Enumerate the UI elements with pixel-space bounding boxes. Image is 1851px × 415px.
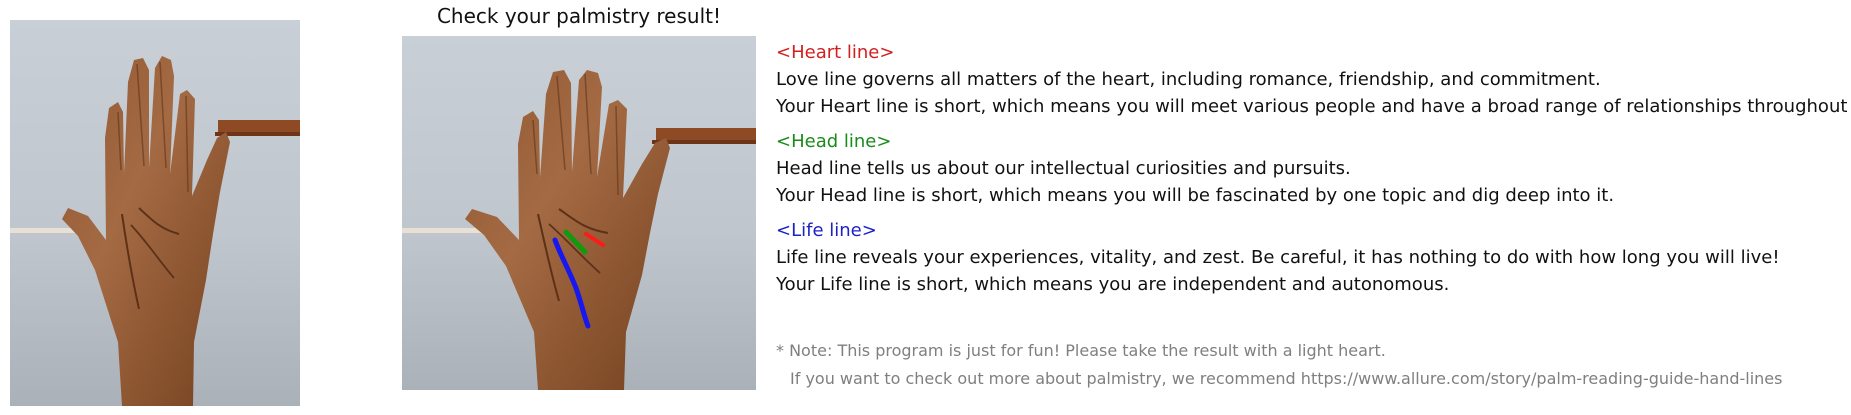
annotated-hand-photo <box>402 36 756 390</box>
head-line-description: Head line tells us about our intellectua… <box>776 158 1351 179</box>
life-line-result: Your Life line is short, which means you… <box>776 274 1450 295</box>
head-line-section: <Head line> Head line tells us about our… <box>776 128 1836 209</box>
fun-note: * Note: This program is just for fun! Pl… <box>776 341 1386 360</box>
palmistry-reference-note: If you want to check out more about palm… <box>790 369 1783 388</box>
life-line-section: <Life line> Life line reveals your exper… <box>776 217 1836 298</box>
original-hand-photo <box>10 20 300 406</box>
note-block: * Note: This program is just for fun! Pl… <box>776 337 1782 393</box>
life-line-description: Life line reveals your experiences, vita… <box>776 247 1780 268</box>
hand-illustration <box>10 20 300 406</box>
head-line-result: Your Head line is short, which means you… <box>776 185 1615 206</box>
heart-line-description: Love line governs all matters of the hea… <box>776 69 1601 90</box>
heart-line-result: Your Heart line is short, which means yo… <box>776 96 1851 117</box>
annotated-hand-illustration <box>402 36 756 390</box>
heart-line-title: <Heart line> <box>776 42 895 63</box>
heart-line-section: <Heart line> Love line governs all matte… <box>776 39 1851 120</box>
palmistry-results: <Heart line> Love line governs all matte… <box>776 39 1851 306</box>
life-line-title: <Life line> <box>776 220 877 241</box>
page-title: Check your palmistry result! <box>436 4 722 28</box>
head-line-title: <Head line> <box>776 131 892 152</box>
